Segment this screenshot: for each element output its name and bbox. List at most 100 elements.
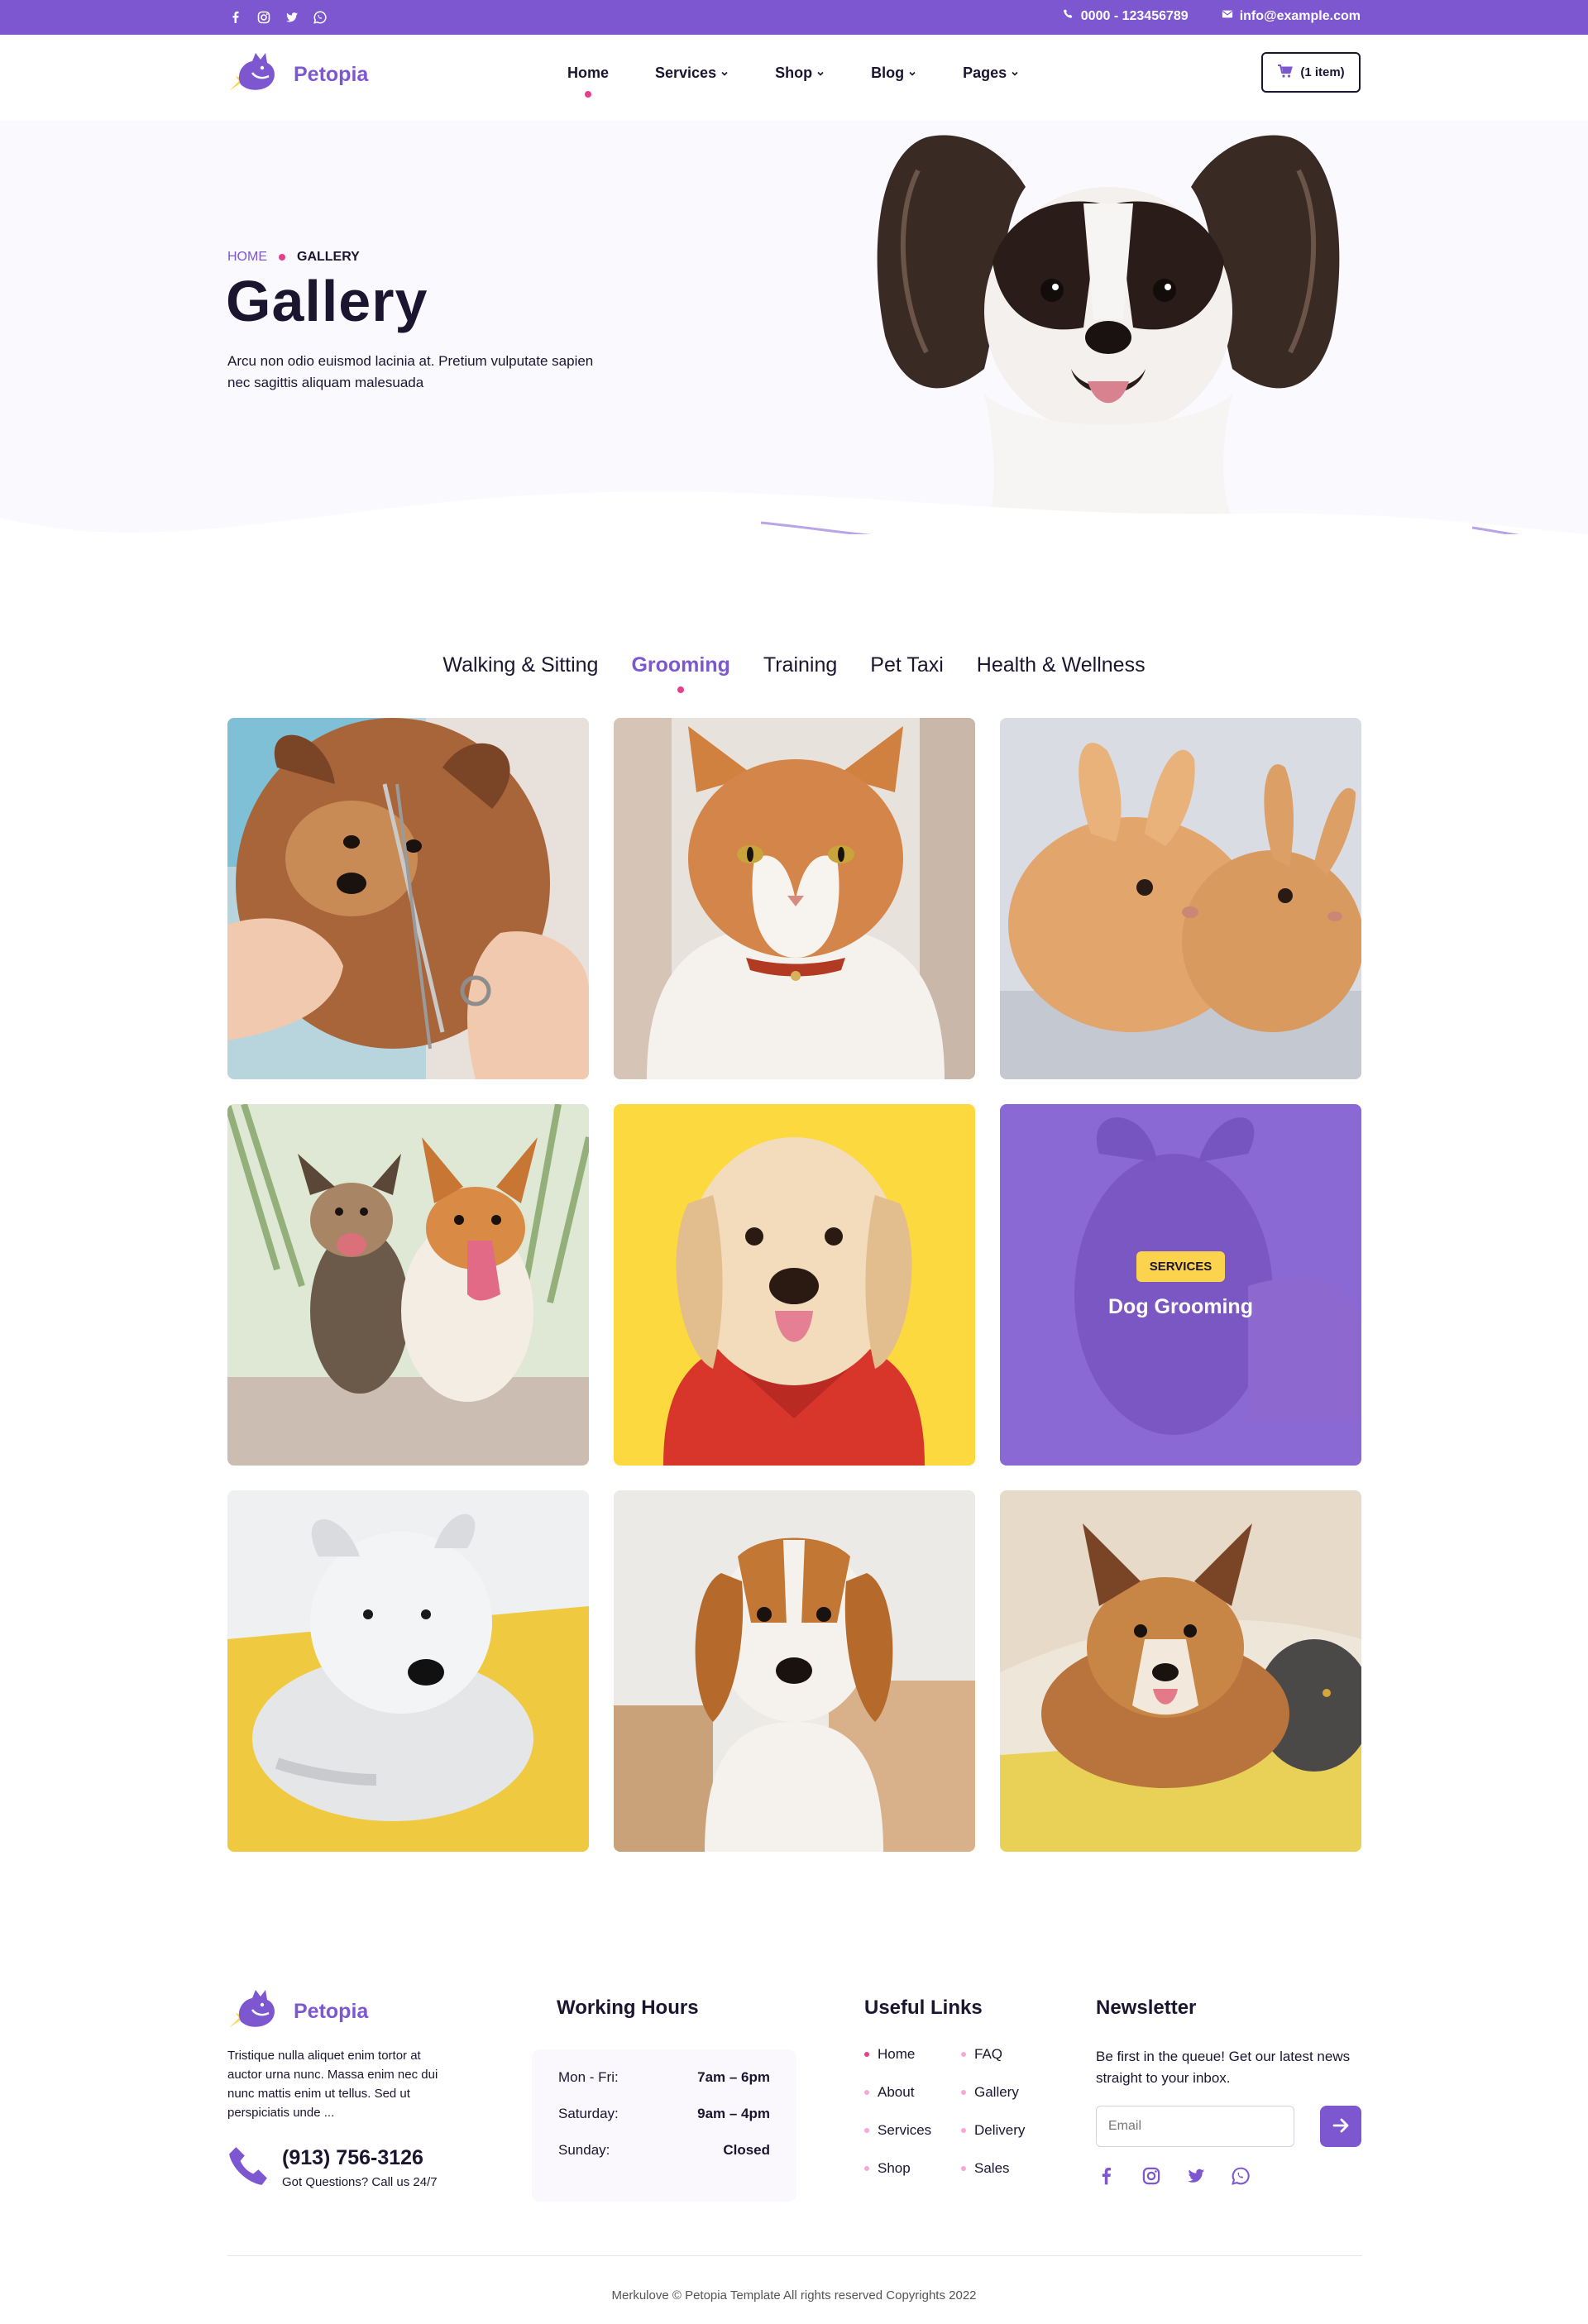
gallery-item-beagle[interactable] — [614, 1490, 975, 1852]
cart-button[interactable]: (1 item) — [1261, 52, 1361, 93]
footer-phone-text: (913) 756-3126 Got Questions? Call us 24… — [282, 2146, 438, 2189]
hours-row: Mon - Fri: 7am – 6pm — [558, 2069, 770, 2086]
hours-day: Sunday: — [558, 2142, 610, 2158]
footer-link-services[interactable]: Services — [864, 2122, 961, 2139]
tab-walking-sitting[interactable]: Walking & Sitting — [442, 653, 598, 677]
whatsapp-icon[interactable] — [312, 9, 328, 26]
gallery-item-title[interactable]: Dog Grooming — [1108, 1295, 1253, 1319]
gallery-grid: SERVICES Dog Grooming — [227, 718, 1362, 1852]
footer-phone-number[interactable]: (913) 756-3126 — [282, 2146, 438, 2170]
working-hours-heading: Working Hours — [557, 1996, 699, 2019]
yorkie-grooming-image — [227, 718, 589, 1079]
gallery-item-corgi-cat[interactable] — [1000, 1490, 1361, 1852]
footer-link-shop[interactable]: Shop — [864, 2160, 961, 2177]
useful-links: Home FAQ About Gallery Services Delivery… — [864, 2046, 1058, 2177]
nav-item-blog[interactable]: Blog — [871, 65, 916, 82]
nav-item-services[interactable]: Services — [655, 65, 729, 82]
nav-item-home[interactable]: Home — [567, 65, 609, 98]
tab-training[interactable]: Training — [763, 653, 837, 677]
useful-links-heading: Useful Links — [864, 1996, 983, 2019]
hours-row: Sunday: Closed — [558, 2142, 770, 2159]
chevron-down-icon — [720, 65, 729, 82]
twitter-icon[interactable] — [284, 9, 300, 26]
footer-link-sales[interactable]: Sales — [961, 2160, 1058, 2177]
footer-brand-name: Petopia — [294, 2000, 369, 2023]
phone-icon — [227, 2144, 270, 2191]
twitter-icon[interactable] — [1185, 2165, 1207, 2187]
brand-name: Petopia — [294, 63, 369, 86]
hours-row: Saturday: 9am – 4pm — [558, 2106, 770, 2122]
gallery-hover-overlay: SERVICES Dog Grooming — [1000, 1104, 1361, 1466]
top-phone[interactable]: 0000 - 123456789 — [1063, 8, 1189, 24]
gallery-item-white-terrier[interactable] — [227, 1490, 589, 1852]
nav-item-shop[interactable]: Shop — [775, 65, 825, 82]
tab-health-wellness[interactable]: Health & Wellness — [977, 653, 1146, 677]
breadcrumb-separator — [279, 254, 285, 261]
top-contact: 0000 - 123456789 info@example.com — [1063, 8, 1361, 24]
instagram-icon[interactable] — [1141, 2165, 1162, 2187]
footer-link-home[interactable]: Home — [864, 2046, 961, 2063]
corgi-with-cat-image — [1000, 1490, 1361, 1852]
facebook-icon[interactable] — [227, 9, 244, 26]
breadcrumb-current: GALLERY — [297, 250, 360, 264]
white-terrier-image — [227, 1490, 589, 1852]
ginger-cat-image — [614, 718, 975, 1079]
nav-item-label: Pages — [963, 65, 1007, 81]
nav-item-label: Blog — [871, 65, 905, 81]
gallery-filter-tabs: Walking & Sitting Grooming Training Pet … — [0, 653, 1588, 693]
footer-divider — [227, 2255, 1362, 2256]
golden-retriever-image — [614, 1104, 975, 1466]
newsletter-email-field[interactable] — [1096, 2106, 1294, 2147]
footer-link-gallery[interactable]: Gallery — [961, 2084, 1058, 2101]
facebook-icon[interactable] — [1096, 2165, 1117, 2187]
beagle-image — [614, 1490, 975, 1852]
footer-phone-sub: Got Questions? Call us 24/7 — [282, 2174, 438, 2189]
nav-item-label: Shop — [775, 65, 813, 81]
page-hero: HOME GALLERY Gallery Arcu non odio euism… — [0, 121, 1588, 534]
newsletter-text: Be first in the queue! Get our latest ne… — [1096, 2049, 1351, 2086]
cart-label: (1 item) — [1300, 65, 1345, 79]
top-bar: 0000 - 123456789 info@example.com — [0, 0, 1588, 35]
mail-icon — [1222, 8, 1233, 24]
two-dogs-running-image — [227, 1104, 589, 1466]
instagram-icon[interactable] — [256, 9, 272, 26]
gallery-item-dog-grooming[interactable]: SERVICES Dog Grooming — [1000, 1104, 1361, 1466]
footer-link-faq[interactable]: FAQ — [961, 2046, 1058, 2063]
footer-brand-logo[interactable]: Petopia — [227, 1985, 368, 2039]
arrow-right-icon — [1332, 2116, 1350, 2137]
breadcrumb: HOME GALLERY — [227, 250, 360, 265]
phone-icon — [1063, 8, 1074, 24]
page-title: Gallery — [226, 269, 428, 333]
cat-logo-icon — [227, 48, 285, 102]
footer-description: Tristique nulla aliquet enim tortor at a… — [227, 2049, 438, 2120]
two-rabbits-image — [1000, 718, 1361, 1079]
tab-pet-taxi[interactable]: Pet Taxi — [870, 653, 943, 677]
breadcrumb-home[interactable]: HOME — [227, 250, 267, 265]
chevron-down-icon — [908, 65, 916, 82]
footer-link-delivery[interactable]: Delivery — [961, 2122, 1058, 2139]
gallery-item-cat[interactable] — [614, 718, 975, 1079]
footer-link-about[interactable]: About — [864, 2084, 961, 2101]
services-badge[interactable]: SERVICES — [1136, 1250, 1226, 1282]
whatsapp-icon[interactable] — [1230, 2165, 1251, 2187]
top-email-text: info@example.com — [1239, 8, 1361, 23]
nav-item-pages[interactable]: Pages — [963, 65, 1019, 82]
gallery-item-golden-retriever[interactable] — [614, 1104, 975, 1466]
newsletter-submit-button[interactable] — [1320, 2106, 1361, 2147]
cat-logo-icon — [227, 1985, 285, 2039]
chevron-down-icon — [1011, 65, 1019, 82]
chevron-down-icon — [816, 65, 825, 82]
tab-grooming[interactable]: Grooming — [631, 653, 730, 693]
main-header: Petopia Home Services Shop Blog Pages (1… — [0, 35, 1588, 121]
hours-day: Mon - Fri: — [558, 2069, 619, 2085]
hours-time: 9am – 4pm — [697, 2106, 770, 2121]
hero-wave-divider — [0, 491, 1588, 534]
gallery-item-two-dogs[interactable] — [227, 1104, 589, 1466]
footer-social-links — [1096, 2165, 1251, 2187]
brand-logo[interactable]: Petopia — [227, 48, 368, 102]
gallery-item-rabbits[interactable] — [1000, 718, 1361, 1079]
footer-phone[interactable]: (913) 756-3126 Got Questions? Call us 24… — [227, 2144, 438, 2191]
top-email[interactable]: info@example.com — [1222, 8, 1361, 24]
working-hours-box: Mon - Fri: 7am – 6pm Saturday: 9am – 4pm S… — [532, 2049, 796, 2202]
gallery-item-yorkie[interactable] — [227, 718, 589, 1079]
